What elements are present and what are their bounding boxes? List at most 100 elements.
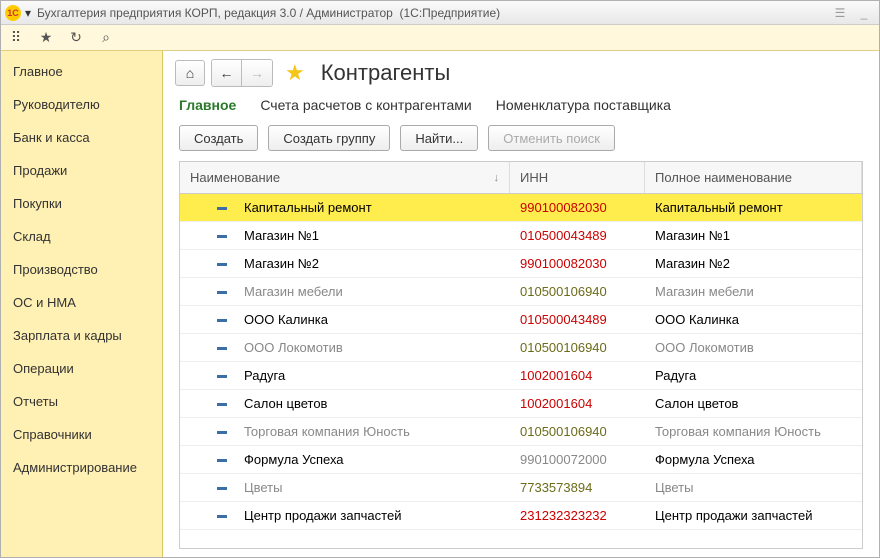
cell-name: Формула Успеха xyxy=(244,452,344,467)
home-button[interactable]: ⌂ xyxy=(175,60,205,86)
table-row[interactable]: ▬Магазин мебели010500106940Магазин мебел… xyxy=(180,278,862,306)
cell-name: Капитальный ремонт xyxy=(244,200,372,215)
cell-inn: 010500043489 xyxy=(510,312,645,327)
cell-fullname: Магазин мебели xyxy=(645,284,862,299)
cell-name: Магазин №1 xyxy=(244,228,319,243)
cell-fullname: Салон цветов xyxy=(645,396,862,411)
sidebar-item-11[interactable]: Справочники xyxy=(1,418,162,451)
sidebar-item-1[interactable]: Руководителю xyxy=(1,88,162,121)
help-button[interactable]: ☰ xyxy=(829,5,851,21)
tabs: Главное Счета расчетов с контрагентами Ном… xyxy=(163,91,879,119)
cell-name: Центр продажи запчастей xyxy=(244,508,401,523)
table-row[interactable]: ▬Магазин №2990100082030Магазин №2 xyxy=(180,250,862,278)
back-button[interactable]: ← xyxy=(212,60,242,86)
tab-1[interactable]: Счета расчетов с контрагентами xyxy=(260,97,471,113)
history-icon[interactable]: ↻ xyxy=(67,29,85,47)
sidebar-item-4[interactable]: Покупки xyxy=(1,187,162,220)
cell-inn: 990100082030 xyxy=(510,256,645,271)
content: ⌂ ← → ★ Контрагенты Главное Счета расчето… xyxy=(163,51,879,557)
cell-name: Магазин мебели xyxy=(244,284,343,299)
sidebar-item-10[interactable]: Отчеты xyxy=(1,385,162,418)
cell-inn: 990100082030 xyxy=(510,200,645,215)
item-icon: ▬ xyxy=(210,230,234,241)
cell-name: ООО Локомотив xyxy=(244,340,343,355)
col-name-label: Наименование xyxy=(190,170,280,185)
titlebar: 1C ▾ Бухгалтерия предприятия КОРП, редак… xyxy=(1,1,879,25)
cell-inn: 010500106940 xyxy=(510,424,645,439)
tab-0[interactable]: Главное xyxy=(179,97,236,113)
app-icon: 1C xyxy=(5,5,21,21)
cell-inn: 010500043489 xyxy=(510,228,645,243)
grid-body: ▬Капитальный ремонт990100082030Капитальн… xyxy=(180,194,862,548)
table-row[interactable]: ▬Формула Успеха990100072000Формула Успех… xyxy=(180,446,862,474)
forward-button[interactable]: → xyxy=(242,60,272,86)
sidebar-item-12[interactable]: Администрирование xyxy=(1,451,162,484)
cell-name: Торговая компания Юность xyxy=(244,424,410,439)
sidebar-item-7[interactable]: ОС и НМА xyxy=(1,286,162,319)
sidebar-item-5[interactable]: Склад xyxy=(1,220,162,253)
cell-fullname: Магазин №2 xyxy=(645,256,862,271)
cell-name: Цветы xyxy=(244,480,282,495)
item-icon: ▬ xyxy=(210,286,234,297)
table-row[interactable]: ▬ООО Калинка010500043489ООО Калинка xyxy=(180,306,862,334)
create-group-button[interactable]: Создать группу xyxy=(268,125,390,151)
col-inn[interactable]: ИНН xyxy=(510,162,645,193)
cell-name: Магазин №2 xyxy=(244,256,319,271)
cell-inn: 1002001604 xyxy=(510,368,645,383)
cell-fullname: ООО Калинка xyxy=(645,312,862,327)
cell-fullname: Цветы xyxy=(645,480,862,495)
minimize-button[interactable]: _ xyxy=(853,5,875,21)
table-row[interactable]: ▬Салон цветов1002001604Салон цветов xyxy=(180,390,862,418)
table-row[interactable]: ▬Радуга1002001604Радуга xyxy=(180,362,862,390)
cell-fullname: Радуга xyxy=(645,368,862,383)
apps-icon[interactable]: ⠿ xyxy=(7,29,25,47)
sidebar-item-2[interactable]: Банк и касса xyxy=(1,121,162,154)
table-row[interactable]: ▬Капитальный ремонт990100082030Капитальн… xyxy=(180,194,862,222)
cell-inn: 010500106940 xyxy=(510,340,645,355)
window-title-main: Бухгалтерия предприятия КОРП, редакция 3… xyxy=(37,6,393,20)
window-buttons: ☰ _ xyxy=(829,5,875,21)
sidebar-item-6[interactable]: Производство xyxy=(1,253,162,286)
col-name[interactable]: Наименование ↓ xyxy=(180,162,510,193)
item-icon: ▬ xyxy=(210,482,234,493)
top-iconbar: ⠿ ★ ↻ ⌕ xyxy=(1,25,879,51)
window-title-suffix: (1С:Предприятие) xyxy=(400,6,501,20)
create-button[interactable]: Создать xyxy=(179,125,258,151)
item-icon: ▬ xyxy=(210,370,234,381)
sidebar-item-0[interactable]: Главное xyxy=(1,55,162,88)
cell-name: Радуга xyxy=(244,368,285,383)
item-icon: ▬ xyxy=(210,342,234,353)
grid-header: Наименование ↓ ИНН Полное наименование xyxy=(180,162,862,194)
item-icon: ▬ xyxy=(210,426,234,437)
find-button[interactable]: Найти... xyxy=(400,125,478,151)
tab-2[interactable]: Номенклатура поставщика xyxy=(496,97,671,113)
cell-fullname: Формула Успеха xyxy=(645,452,862,467)
item-icon: ▬ xyxy=(210,398,234,409)
sidebar-item-8[interactable]: Зарплата и кадры xyxy=(1,319,162,352)
toolbar: ⌂ ← → ★ Контрагенты xyxy=(163,51,879,91)
table-row[interactable]: ▬Торговая компания Юность010500106940Тор… xyxy=(180,418,862,446)
table-row[interactable]: ▬ООО Локомотив010500106940ООО Локомотив xyxy=(180,334,862,362)
favorite-star-icon[interactable]: ★ xyxy=(285,60,305,86)
sidebar-item-9[interactable]: Операции xyxy=(1,352,162,385)
cell-name: ООО Калинка xyxy=(244,312,328,327)
col-fullname[interactable]: Полное наименование xyxy=(645,162,862,193)
cell-fullname: Центр продажи запчастей xyxy=(645,508,862,523)
item-icon: ▬ xyxy=(210,454,234,465)
item-icon: ▬ xyxy=(210,258,234,269)
table-row[interactable]: ▬Центр продажи запчастей231232323232Цент… xyxy=(180,502,862,530)
search-icon[interactable]: ⌕ xyxy=(97,29,115,47)
star-icon[interactable]: ★ xyxy=(37,29,55,47)
cell-inn: 7733573894 xyxy=(510,480,645,495)
table-row[interactable]: ▬Цветы7733573894Цветы xyxy=(180,474,862,502)
cell-fullname: Магазин №1 xyxy=(645,228,862,243)
item-icon: ▬ xyxy=(210,314,234,325)
item-icon: ▬ xyxy=(210,202,234,213)
cancel-search-button[interactable]: Отменить поиск xyxy=(488,125,615,151)
cell-inn: 010500106940 xyxy=(510,284,645,299)
page-title: Контрагенты xyxy=(321,60,451,86)
sidebar-item-3[interactable]: Продажи xyxy=(1,154,162,187)
window-dropdown-icon[interactable]: ▾ xyxy=(25,6,31,20)
item-icon: ▬ xyxy=(210,510,234,521)
table-row[interactable]: ▬Магазин №1010500043489Магазин №1 xyxy=(180,222,862,250)
